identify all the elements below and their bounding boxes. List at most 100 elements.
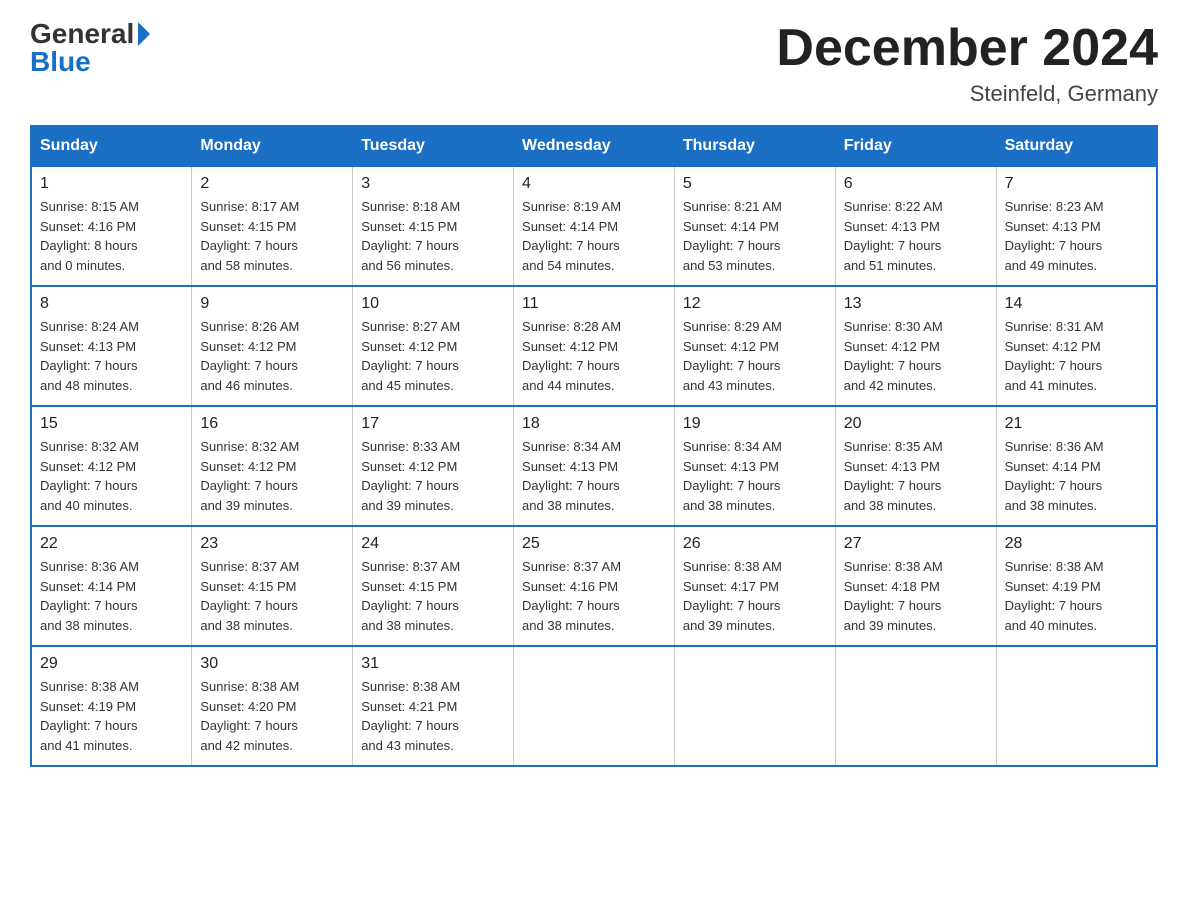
calendar-day-cell: 3 Sunrise: 8:18 AMSunset: 4:15 PMDayligh… bbox=[353, 166, 514, 286]
calendar-day-cell: 17 Sunrise: 8:33 AMSunset: 4:12 PMDaylig… bbox=[353, 406, 514, 526]
calendar-week-row: 15 Sunrise: 8:32 AMSunset: 4:12 PMDaylig… bbox=[31, 406, 1157, 526]
day-info: Sunrise: 8:35 AMSunset: 4:13 PMDaylight:… bbox=[844, 439, 943, 513]
day-number: 3 bbox=[361, 175, 505, 193]
day-info: Sunrise: 8:28 AMSunset: 4:12 PMDaylight:… bbox=[522, 319, 621, 393]
day-number: 15 bbox=[40, 415, 183, 433]
month-title: December 2024 bbox=[776, 20, 1158, 77]
logo-arrow-icon bbox=[138, 22, 150, 46]
calendar-week-row: 29 Sunrise: 8:38 AMSunset: 4:19 PMDaylig… bbox=[31, 646, 1157, 766]
day-number: 23 bbox=[200, 535, 344, 553]
day-info: Sunrise: 8:15 AMSunset: 4:16 PMDaylight:… bbox=[40, 199, 139, 273]
calendar-day-cell: 4 Sunrise: 8:19 AMSunset: 4:14 PMDayligh… bbox=[514, 166, 675, 286]
day-number: 13 bbox=[844, 295, 988, 313]
calendar-day-cell bbox=[514, 646, 675, 766]
day-number: 2 bbox=[200, 175, 344, 193]
day-number: 29 bbox=[40, 655, 183, 673]
calendar-day-cell: 2 Sunrise: 8:17 AMSunset: 4:15 PMDayligh… bbox=[192, 166, 353, 286]
day-number: 17 bbox=[361, 415, 505, 433]
day-info: Sunrise: 8:33 AMSunset: 4:12 PMDaylight:… bbox=[361, 439, 460, 513]
calendar-day-cell: 31 Sunrise: 8:38 AMSunset: 4:21 PMDaylig… bbox=[353, 646, 514, 766]
calendar-day-cell: 21 Sunrise: 8:36 AMSunset: 4:14 PMDaylig… bbox=[996, 406, 1157, 526]
calendar-table: SundayMondayTuesdayWednesdayThursdayFrid… bbox=[30, 125, 1158, 767]
day-number: 22 bbox=[40, 535, 183, 553]
calendar-day-cell: 8 Sunrise: 8:24 AMSunset: 4:13 PMDayligh… bbox=[31, 286, 192, 406]
day-number: 27 bbox=[844, 535, 988, 553]
calendar-day-cell bbox=[996, 646, 1157, 766]
calendar-day-cell: 10 Sunrise: 8:27 AMSunset: 4:12 PMDaylig… bbox=[353, 286, 514, 406]
day-of-week-header: Friday bbox=[835, 126, 996, 166]
calendar-day-cell bbox=[674, 646, 835, 766]
calendar-day-cell: 26 Sunrise: 8:38 AMSunset: 4:17 PMDaylig… bbox=[674, 526, 835, 646]
calendar-day-cell bbox=[835, 646, 996, 766]
calendar-week-row: 22 Sunrise: 8:36 AMSunset: 4:14 PMDaylig… bbox=[31, 526, 1157, 646]
day-info: Sunrise: 8:38 AMSunset: 4:21 PMDaylight:… bbox=[361, 679, 460, 753]
location-title: Steinfeld, Germany bbox=[776, 81, 1158, 107]
calendar-day-cell: 24 Sunrise: 8:37 AMSunset: 4:15 PMDaylig… bbox=[353, 526, 514, 646]
day-info: Sunrise: 8:23 AMSunset: 4:13 PMDaylight:… bbox=[1005, 199, 1104, 273]
calendar-week-row: 8 Sunrise: 8:24 AMSunset: 4:13 PMDayligh… bbox=[31, 286, 1157, 406]
day-of-week-header: Wednesday bbox=[514, 126, 675, 166]
day-info: Sunrise: 8:36 AMSunset: 4:14 PMDaylight:… bbox=[1005, 439, 1104, 513]
day-number: 16 bbox=[200, 415, 344, 433]
day-info: Sunrise: 8:24 AMSunset: 4:13 PMDaylight:… bbox=[40, 319, 139, 393]
day-info: Sunrise: 8:38 AMSunset: 4:20 PMDaylight:… bbox=[200, 679, 299, 753]
calendar-day-cell: 25 Sunrise: 8:37 AMSunset: 4:16 PMDaylig… bbox=[514, 526, 675, 646]
calendar-header-row: SundayMondayTuesdayWednesdayThursdayFrid… bbox=[31, 126, 1157, 166]
day-number: 1 bbox=[40, 175, 183, 193]
day-number: 31 bbox=[361, 655, 505, 673]
day-info: Sunrise: 8:19 AMSunset: 4:14 PMDaylight:… bbox=[522, 199, 621, 273]
day-info: Sunrise: 8:18 AMSunset: 4:15 PMDaylight:… bbox=[361, 199, 460, 273]
day-number: 14 bbox=[1005, 295, 1148, 313]
day-number: 10 bbox=[361, 295, 505, 313]
calendar-day-cell: 14 Sunrise: 8:31 AMSunset: 4:12 PMDaylig… bbox=[996, 286, 1157, 406]
calendar-day-cell: 6 Sunrise: 8:22 AMSunset: 4:13 PMDayligh… bbox=[835, 166, 996, 286]
day-number: 20 bbox=[844, 415, 988, 433]
calendar-day-cell: 16 Sunrise: 8:32 AMSunset: 4:12 PMDaylig… bbox=[192, 406, 353, 526]
calendar-day-cell: 5 Sunrise: 8:21 AMSunset: 4:14 PMDayligh… bbox=[674, 166, 835, 286]
day-info: Sunrise: 8:34 AMSunset: 4:13 PMDaylight:… bbox=[522, 439, 621, 513]
day-info: Sunrise: 8:38 AMSunset: 4:19 PMDaylight:… bbox=[1005, 559, 1104, 633]
calendar-day-cell: 30 Sunrise: 8:38 AMSunset: 4:20 PMDaylig… bbox=[192, 646, 353, 766]
day-info: Sunrise: 8:37 AMSunset: 4:15 PMDaylight:… bbox=[361, 559, 460, 633]
day-number: 6 bbox=[844, 175, 988, 193]
calendar-day-cell: 28 Sunrise: 8:38 AMSunset: 4:19 PMDaylig… bbox=[996, 526, 1157, 646]
day-number: 9 bbox=[200, 295, 344, 313]
calendar-day-cell: 22 Sunrise: 8:36 AMSunset: 4:14 PMDaylig… bbox=[31, 526, 192, 646]
day-info: Sunrise: 8:37 AMSunset: 4:16 PMDaylight:… bbox=[522, 559, 621, 633]
day-number: 5 bbox=[683, 175, 827, 193]
day-info: Sunrise: 8:32 AMSunset: 4:12 PMDaylight:… bbox=[40, 439, 139, 513]
day-info: Sunrise: 8:37 AMSunset: 4:15 PMDaylight:… bbox=[200, 559, 299, 633]
day-number: 12 bbox=[683, 295, 827, 313]
page-header: General Blue December 2024 Steinfeld, Ge… bbox=[30, 20, 1158, 107]
calendar-day-cell: 20 Sunrise: 8:35 AMSunset: 4:13 PMDaylig… bbox=[835, 406, 996, 526]
day-info: Sunrise: 8:32 AMSunset: 4:12 PMDaylight:… bbox=[200, 439, 299, 513]
calendar-day-cell: 9 Sunrise: 8:26 AMSunset: 4:12 PMDayligh… bbox=[192, 286, 353, 406]
day-number: 30 bbox=[200, 655, 344, 673]
calendar-week-row: 1 Sunrise: 8:15 AMSunset: 4:16 PMDayligh… bbox=[31, 166, 1157, 286]
day-number: 18 bbox=[522, 415, 666, 433]
calendar-day-cell: 1 Sunrise: 8:15 AMSunset: 4:16 PMDayligh… bbox=[31, 166, 192, 286]
day-info: Sunrise: 8:31 AMSunset: 4:12 PMDaylight:… bbox=[1005, 319, 1104, 393]
day-info: Sunrise: 8:22 AMSunset: 4:13 PMDaylight:… bbox=[844, 199, 943, 273]
day-of-week-header: Sunday bbox=[31, 126, 192, 166]
calendar-day-cell: 13 Sunrise: 8:30 AMSunset: 4:12 PMDaylig… bbox=[835, 286, 996, 406]
calendar-day-cell: 11 Sunrise: 8:28 AMSunset: 4:12 PMDaylig… bbox=[514, 286, 675, 406]
day-info: Sunrise: 8:38 AMSunset: 4:17 PMDaylight:… bbox=[683, 559, 782, 633]
day-of-week-header: Saturday bbox=[996, 126, 1157, 166]
calendar-day-cell: 18 Sunrise: 8:34 AMSunset: 4:13 PMDaylig… bbox=[514, 406, 675, 526]
day-number: 8 bbox=[40, 295, 183, 313]
calendar-day-cell: 7 Sunrise: 8:23 AMSunset: 4:13 PMDayligh… bbox=[996, 166, 1157, 286]
day-info: Sunrise: 8:36 AMSunset: 4:14 PMDaylight:… bbox=[40, 559, 139, 633]
day-number: 25 bbox=[522, 535, 666, 553]
day-number: 21 bbox=[1005, 415, 1148, 433]
day-info: Sunrise: 8:34 AMSunset: 4:13 PMDaylight:… bbox=[683, 439, 782, 513]
calendar-day-cell: 27 Sunrise: 8:38 AMSunset: 4:18 PMDaylig… bbox=[835, 526, 996, 646]
day-number: 24 bbox=[361, 535, 505, 553]
day-info: Sunrise: 8:29 AMSunset: 4:12 PMDaylight:… bbox=[683, 319, 782, 393]
logo-blue-text: Blue bbox=[30, 48, 91, 76]
day-number: 4 bbox=[522, 175, 666, 193]
day-info: Sunrise: 8:38 AMSunset: 4:19 PMDaylight:… bbox=[40, 679, 139, 753]
day-number: 11 bbox=[522, 295, 666, 313]
calendar-day-cell: 19 Sunrise: 8:34 AMSunset: 4:13 PMDaylig… bbox=[674, 406, 835, 526]
day-info: Sunrise: 8:17 AMSunset: 4:15 PMDaylight:… bbox=[200, 199, 299, 273]
